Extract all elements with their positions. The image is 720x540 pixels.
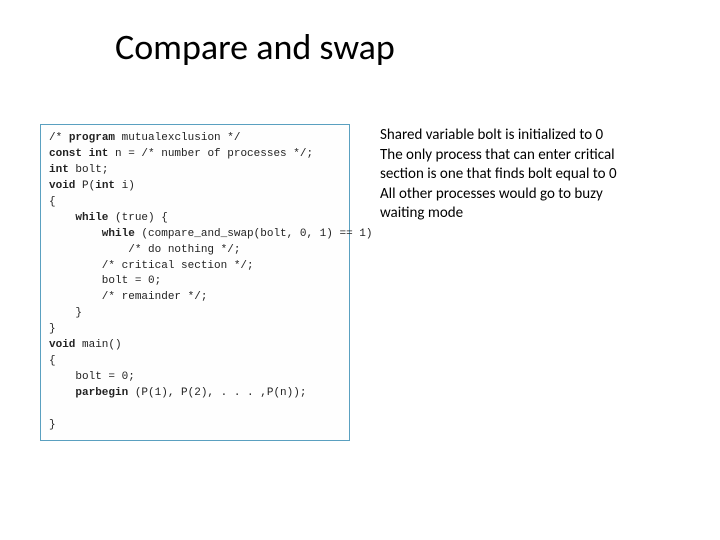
code-l17b: (P(1), P(2), . . . ,P(n)); bbox=[128, 387, 306, 399]
desc-line-2: The only process that can enter critical… bbox=[380, 146, 640, 185]
code-l13: } bbox=[49, 323, 56, 335]
code-l9: /* critical section */; bbox=[49, 260, 254, 272]
code-l3a: int bbox=[49, 164, 69, 176]
code-l1b: program bbox=[69, 132, 115, 144]
code-l12: } bbox=[49, 307, 82, 319]
code-l2b: n = /* number of processes */; bbox=[108, 148, 313, 160]
code-l16: bolt = 0; bbox=[49, 371, 135, 383]
desc-line-1: Shared variable bolt is initialized to 0 bbox=[380, 126, 640, 146]
desc-line-3: All other processes would go to buzy wai… bbox=[380, 185, 640, 224]
code-l3b: bolt; bbox=[69, 164, 109, 176]
code-l1c: mutualexclusion */ bbox=[115, 132, 240, 144]
code-l6a: while bbox=[49, 212, 108, 224]
code-l14b: main() bbox=[75, 339, 121, 351]
code-l15: { bbox=[49, 355, 56, 367]
code-l11: /* remainder */; bbox=[49, 291, 207, 303]
code-l7b: (compare_and_swap(bolt, 0, 1) == 1) bbox=[135, 228, 373, 240]
code-l5: { bbox=[49, 196, 56, 208]
code-l4a: void bbox=[49, 180, 75, 192]
content-row: /* program mutualexclusion */ const int … bbox=[40, 124, 680, 441]
code-l14a: void bbox=[49, 339, 75, 351]
code-l17a: parbegin bbox=[49, 387, 128, 399]
slide: Compare and swap /* program mutualexclus… bbox=[0, 0, 720, 540]
slide-title: Compare and swap bbox=[115, 25, 680, 69]
description: Shared variable bolt is initialized to 0… bbox=[380, 124, 640, 224]
code-listing: /* program mutualexclusion */ const int … bbox=[40, 124, 350, 441]
code-l19: } bbox=[49, 419, 56, 431]
code-l6b: (true) { bbox=[108, 212, 167, 224]
code-l7a: while bbox=[49, 228, 135, 240]
code-l2a: const int bbox=[49, 148, 108, 160]
code-l8: /* do nothing */; bbox=[49, 244, 240, 256]
code-l10: bolt = 0; bbox=[49, 275, 161, 287]
code-l4c: int bbox=[95, 180, 115, 192]
code-l1a: /* bbox=[49, 132, 69, 144]
code-l4b: P( bbox=[75, 180, 95, 192]
code-l4d: i) bbox=[115, 180, 135, 192]
